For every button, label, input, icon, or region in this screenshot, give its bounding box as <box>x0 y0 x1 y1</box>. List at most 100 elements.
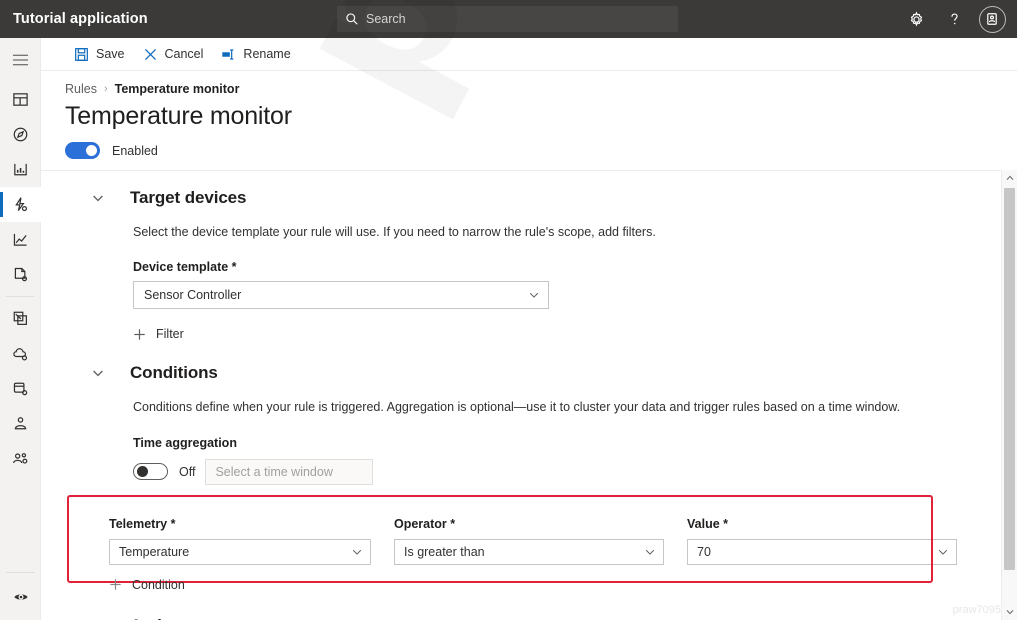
sidebar-item-dashboard[interactable] <box>0 82 41 117</box>
time-aggregation-toggle[interactable] <box>133 463 168 480</box>
page-header: Rules › Temperature monitor Temperature … <box>41 71 1017 170</box>
settings-button[interactable] <box>899 2 933 36</box>
chevron-down-icon <box>529 292 539 298</box>
command-bar: Save Cancel Rename <box>41 38 1017 71</box>
operator-label-text: Operator <box>394 516 447 531</box>
telemetry-select[interactable]: Temperature <box>109 538 371 565</box>
value-required-marker: * <box>723 516 729 531</box>
operator-value: Is greater than <box>404 544 485 559</box>
data-export-cloud-icon <box>13 348 28 361</box>
breadcrumb-current: Temperature monitor <box>114 82 240 96</box>
device-templates-icon <box>13 311 27 325</box>
sidebar-item-data-export[interactable] <box>0 336 41 371</box>
page-title: Temperature monitor <box>65 102 292 130</box>
time-window-select[interactable]: Select a time window <box>205 458 374 485</box>
chevron-down-icon <box>1006 610 1013 615</box>
users-group-icon <box>13 453 28 464</box>
time-aggregation-label: Time aggregation <box>133 435 237 450</box>
rule-enabled-toggle[interactable] <box>65 142 100 159</box>
conditions-section-header: Conditions <box>91 346 1017 383</box>
rules-icon <box>15 197 28 212</box>
telemetry-required-marker: * <box>170 516 176 531</box>
add-condition-button[interactable]: Condition <box>109 578 185 592</box>
device-template-label: Device template * <box>133 260 1017 274</box>
device-template-required-marker: * <box>231 260 237 274</box>
breadcrumb-parent-link[interactable]: Rules <box>65 82 97 96</box>
cancel-label: Cancel <box>164 47 204 61</box>
account-badge-icon <box>987 13 997 25</box>
operator-select[interactable]: Is greater than <box>394 538 664 565</box>
rule-enabled-row: Enabled <box>65 142 1017 159</box>
devices-chart-icon <box>14 163 27 176</box>
rail-divider <box>6 296 34 297</box>
scrollbar-thumb[interactable] <box>1004 188 1015 570</box>
device-template-value: Sensor Controller <box>144 288 242 302</box>
add-filter-button[interactable]: Filter <box>133 327 184 341</box>
sidebar-item-administration[interactable] <box>0 406 41 441</box>
sidebar-item-users[interactable] <box>0 441 41 476</box>
rename-label: Rename <box>243 47 291 61</box>
avatar <box>978 5 1006 33</box>
sidebar-item-device-templates[interactable] <box>0 301 41 336</box>
device-groups-database-icon <box>13 382 28 396</box>
rename-button[interactable]: Rename <box>212 39 299 69</box>
sidebar-item-device-groups[interactable] <box>0 371 41 406</box>
plus-icon <box>134 328 145 340</box>
search-icon <box>346 13 358 25</box>
save-floppy-icon <box>75 47 88 61</box>
sidebar-item-analytics[interactable] <box>0 222 41 257</box>
account-button[interactable] <box>975 2 1009 36</box>
device-template-select[interactable]: Sensor Controller <box>133 281 549 309</box>
telemetry-label: Telemetry * <box>109 517 371 531</box>
operator-field-group: Operator * Is greater than <box>394 517 664 565</box>
question-mark-icon <box>950 12 958 24</box>
chevron-down-icon[interactable] <box>91 366 105 380</box>
hamburger-menu-button[interactable] <box>0 42 41 77</box>
device-template-label-text: Device template <box>133 260 229 274</box>
time-aggregation-state: Off <box>179 464 196 479</box>
app-title: Tutorial application <box>13 11 148 27</box>
add-condition-label: Condition <box>132 577 185 592</box>
breadcrumb-separator-icon: › <box>103 83 108 95</box>
close-x-icon <box>144 48 156 60</box>
scroll-up-button[interactable] <box>1002 170 1017 186</box>
sidebar-item-explore[interactable] <box>0 117 41 152</box>
save-label: Save <box>96 47 125 61</box>
save-button[interactable]: Save <box>65 39 134 69</box>
scroll-down-button[interactable] <box>1002 604 1017 620</box>
top-header-bar: Tutorial application Search <box>0 0 1017 38</box>
sidebar-item-jobs[interactable] <box>0 257 41 292</box>
sidebar-item-devices[interactable] <box>0 152 41 187</box>
sidebar-item-rules[interactable] <box>0 187 41 222</box>
telemetry-label-text: Telemetry <box>109 516 168 531</box>
hamburger-menu-icon <box>12 54 29 65</box>
value-select[interactable]: 70 <box>687 538 957 565</box>
scrollbar-track[interactable] <box>1002 186 1017 604</box>
search-placeholder: Search <box>366 12 406 26</box>
help-button[interactable] <box>937 2 971 36</box>
chevron-down-icon <box>352 549 362 555</box>
target-devices-section-header: Target devices <box>91 171 1017 208</box>
value-label: Value * <box>687 517 957 531</box>
chevron-down-icon[interactable] <box>91 191 105 205</box>
plus-icon <box>110 579 121 590</box>
time-aggregation-row: Off Select a time window <box>133 458 1017 485</box>
cancel-button[interactable]: Cancel <box>134 39 213 69</box>
topbar-actions <box>899 0 1009 38</box>
chevron-down-icon <box>938 549 948 555</box>
rail-bottom-section <box>0 572 41 614</box>
operator-required-marker: * <box>450 516 456 531</box>
rail-bottom-divider <box>6 572 35 573</box>
global-search-box[interactable]: Search <box>337 6 678 32</box>
chevron-up-icon <box>1006 175 1013 180</box>
conditions-title: Conditions <box>130 362 218 382</box>
value-field-group: Value * 70 <box>687 517 957 565</box>
target-devices-description: Select the device template your rule wil… <box>133 225 656 239</box>
rename-icon <box>222 48 234 60</box>
vertical-scrollbar[interactable] <box>1001 170 1017 620</box>
jobs-document-icon <box>14 267 28 282</box>
analytics-line-chart-icon <box>13 233 27 246</box>
condition-fields: Telemetry * Temperature Operator * Is gr… <box>67 495 975 565</box>
time-window-placeholder: Select a time window <box>215 464 333 479</box>
sidebar-item-preview[interactable] <box>0 579 41 614</box>
